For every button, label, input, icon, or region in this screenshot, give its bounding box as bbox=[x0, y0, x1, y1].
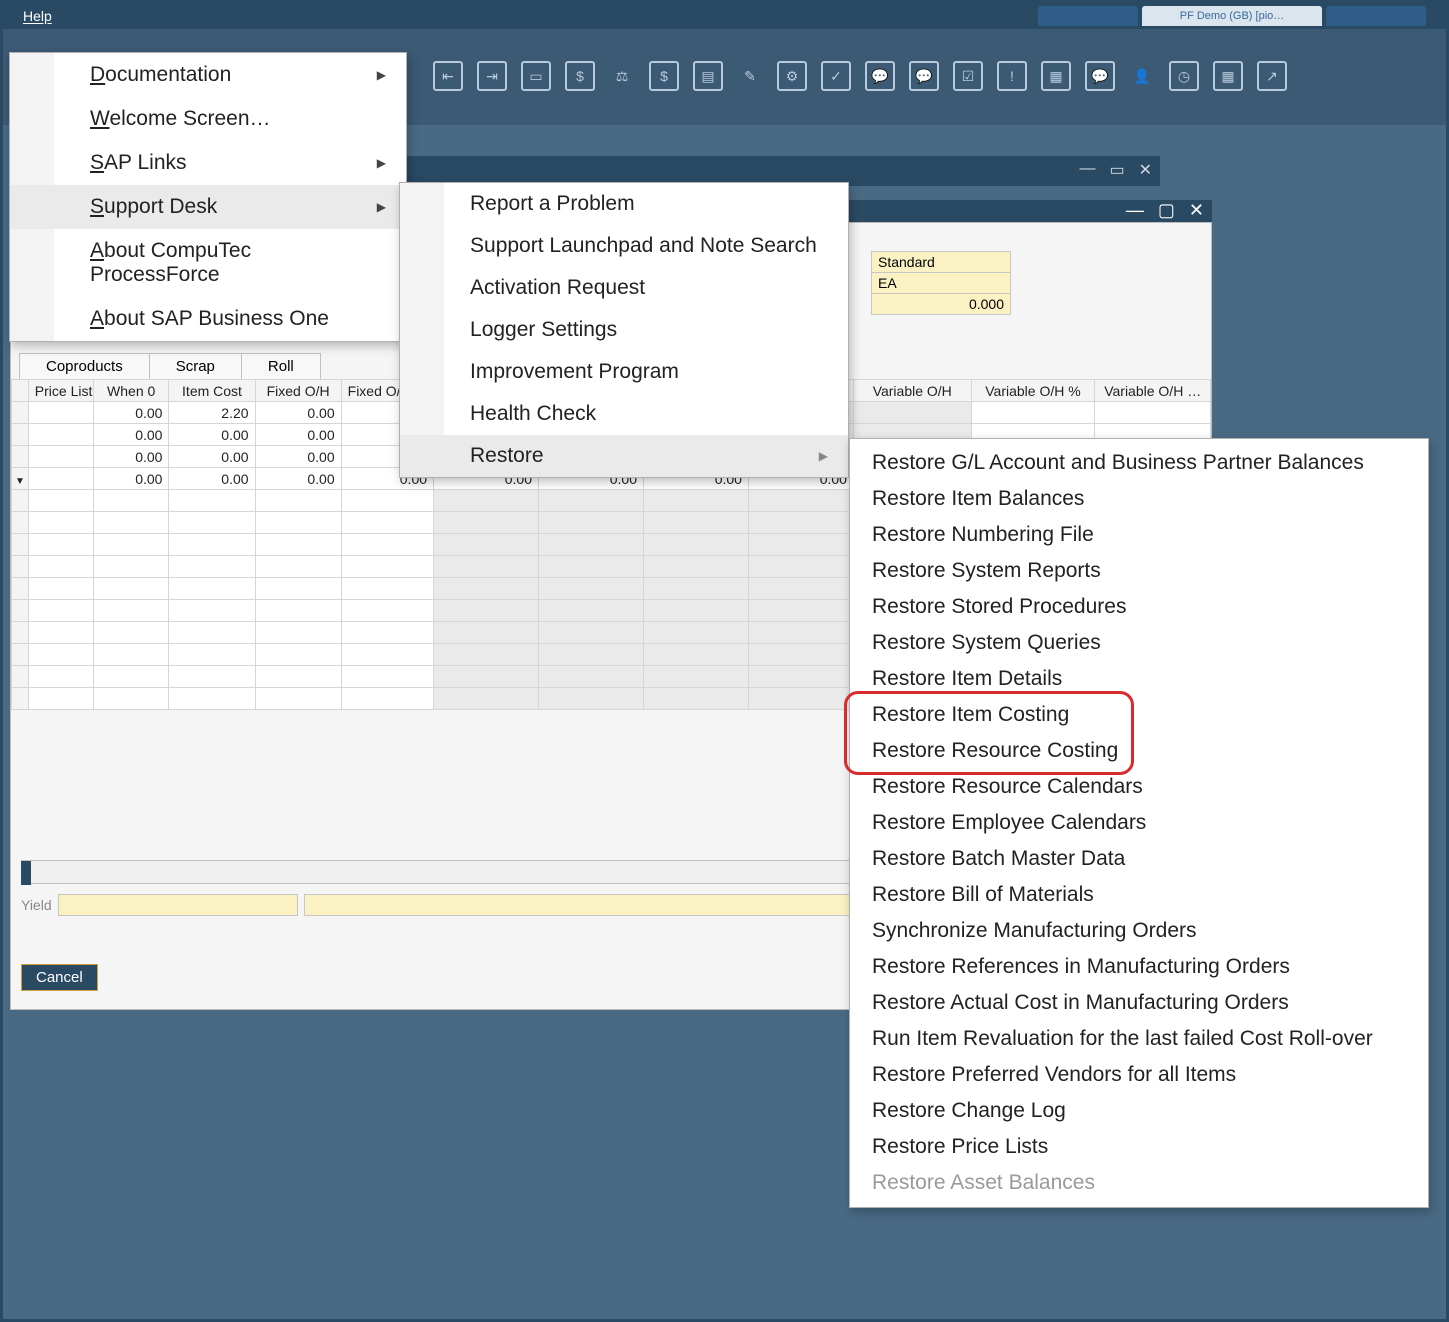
col-varoh2: Variable O/H … bbox=[1095, 380, 1211, 402]
col-varohpct: Variable O/H % bbox=[971, 380, 1095, 402]
help-menu-item[interactable]: Documentation▶ bbox=[10, 53, 406, 97]
support-submenu-item[interactable]: Improvement Program bbox=[400, 351, 848, 393]
maximize-icon[interactable]: ▭ bbox=[1109, 160, 1124, 180]
support-submenu-item[interactable]: Activation Request bbox=[400, 267, 848, 309]
tool-icon-dollar[interactable]: $ bbox=[649, 61, 679, 91]
restore-submenu-item[interactable]: Restore Item Balances bbox=[850, 481, 1428, 517]
yield-field[interactable] bbox=[58, 894, 298, 916]
scale-icon[interactable]: ⚖ bbox=[609, 61, 635, 91]
person-icon[interactable]: 👤 bbox=[1129, 61, 1155, 91]
close-icon[interactable]: ✕ bbox=[1139, 160, 1152, 180]
tool-icon-2[interactable]: ⇥ bbox=[477, 61, 507, 91]
chat3-icon[interactable]: 💬 bbox=[1085, 61, 1115, 91]
support-submenu-item[interactable]: Support Launchpad and Note Search bbox=[400, 225, 848, 267]
restore-submenu-item[interactable]: Restore Employee Calendars bbox=[850, 805, 1428, 841]
support-submenu-item[interactable]: Restore▶ bbox=[400, 435, 848, 477]
help-menu-item[interactable]: SAP Links▶ bbox=[10, 141, 406, 185]
window-tabs: PF Demo (GB) [pio… bbox=[1038, 6, 1426, 26]
restore-submenu-item[interactable]: Restore Price Lists bbox=[850, 1129, 1428, 1165]
help-menu-item[interactable]: About CompuTec ProcessForce bbox=[10, 229, 406, 297]
export-icon[interactable]: ↗ bbox=[1257, 61, 1287, 91]
restore-submenu-item[interactable]: Restore G/L Account and Business Partner… bbox=[850, 445, 1428, 481]
tab-blank[interactable] bbox=[1038, 6, 1138, 26]
help-menu-item[interactable]: Support Desk▶ bbox=[10, 185, 406, 229]
restore-submenu-item[interactable]: Restore Actual Cost in Manufacturing Ord… bbox=[850, 985, 1428, 1021]
cancel-button[interactable]: Cancel bbox=[21, 964, 98, 991]
restore-submenu-item[interactable]: Synchronize Manufacturing Orders bbox=[850, 913, 1428, 949]
restore-submenu-item[interactable]: Restore Numbering File bbox=[850, 517, 1428, 553]
tool-icon-currency[interactable]: $ bbox=[565, 61, 595, 91]
help-menu-item[interactable]: Welcome Screen… bbox=[10, 97, 406, 141]
restore-submenu-item[interactable]: Restore Resource Calendars bbox=[850, 769, 1428, 805]
check-list-icon[interactable]: ☑ bbox=[953, 61, 983, 91]
help-menu-item[interactable]: About SAP Business One bbox=[10, 297, 406, 341]
support-submenu-item[interactable]: Report a Problem bbox=[400, 183, 848, 225]
minimize-icon[interactable]: — bbox=[1079, 160, 1095, 180]
restore-submenu-item[interactable]: Restore System Reports bbox=[850, 553, 1428, 589]
restore-submenu-item[interactable]: Restore Batch Master Data bbox=[850, 841, 1428, 877]
restore-submenu-item[interactable]: Restore References in Manufacturing Orde… bbox=[850, 949, 1428, 985]
clock-icon[interactable]: ◷ bbox=[1169, 61, 1199, 91]
calc-icon[interactable]: ▦ bbox=[1041, 61, 1071, 91]
close-icon[interactable]: ✕ bbox=[1189, 200, 1204, 221]
alert-doc-icon[interactable]: ! bbox=[997, 61, 1027, 91]
tab-coproducts[interactable]: Coproducts bbox=[19, 353, 150, 379]
tab-extra[interactable] bbox=[1326, 6, 1426, 26]
tool-icon-chart[interactable]: ▤ bbox=[693, 61, 723, 91]
field-qty: 0.000 bbox=[871, 293, 1011, 315]
col-varoh: Variable O/H bbox=[853, 380, 971, 402]
help-menu[interactable]: Documentation▶Welcome Screen…SAP Links▶S… bbox=[9, 52, 407, 342]
yield-label: Yield bbox=[21, 897, 52, 913]
col-pricelist: Price List bbox=[28, 380, 93, 402]
tab-pf-demo[interactable]: PF Demo (GB) [pio… bbox=[1142, 6, 1322, 26]
restore-submenu[interactable]: Restore G/L Account and Business Partner… bbox=[849, 438, 1429, 1208]
col-itemcost: Item Cost bbox=[169, 380, 255, 402]
restore-submenu-item[interactable]: Restore Item Details bbox=[850, 661, 1428, 697]
support-submenu-item[interactable]: Logger Settings bbox=[400, 309, 848, 351]
chat2-icon[interactable]: 💬 bbox=[909, 61, 939, 91]
tool-icon-1[interactable]: ⇤ bbox=[433, 61, 463, 91]
restore-submenu-item[interactable]: Restore System Queries bbox=[850, 625, 1428, 661]
toolbar-icons: ⇤ ⇥ ▭ $ ⚖ $ ▤ ✎ ⚙ ✓ 💬 💬 ☑ ! ▦ 💬 👤 ◷ ▦ ↗ bbox=[433, 61, 1287, 91]
support-desk-submenu[interactable]: Report a ProblemSupport Launchpad and No… bbox=[399, 182, 849, 478]
restore-submenu-item[interactable]: Restore Item Costing bbox=[850, 697, 1428, 733]
restore-submenu-item[interactable]: Restore Preferred Vendors for all Items bbox=[850, 1057, 1428, 1093]
check-doc-icon[interactable]: ✓ bbox=[821, 61, 851, 91]
restore-submenu-item[interactable]: Restore Resource Costing bbox=[850, 733, 1428, 769]
chat-icon[interactable]: 💬 bbox=[865, 61, 895, 91]
restore-submenu-item[interactable]: Restore Stored Procedures bbox=[850, 589, 1428, 625]
restore-submenu-item[interactable]: Run Item Revaluation for the last failed… bbox=[850, 1021, 1428, 1057]
title-bar: Help PF Demo (GB) [pio… bbox=[3, 3, 1446, 29]
tab-scrap[interactable]: Scrap bbox=[149, 353, 242, 379]
field-standard: Standard bbox=[871, 251, 1011, 273]
grid-icon[interactable]: ▦ bbox=[1213, 61, 1243, 91]
gear-doc-icon[interactable]: ⚙ bbox=[777, 61, 807, 91]
field-ea: EA bbox=[871, 272, 1011, 294]
col-fixedoh: Fixed O/H bbox=[255, 380, 341, 402]
restore-submenu-item[interactable]: Restore Change Log bbox=[850, 1093, 1428, 1129]
maximize-icon[interactable]: ▢ bbox=[1158, 200, 1175, 221]
restore-submenu-item: Restore Asset Balances bbox=[850, 1165, 1428, 1201]
info-fields: Standard EA 0.000 bbox=[871, 251, 1011, 314]
restore-submenu-item[interactable]: Restore Bill of Materials bbox=[850, 877, 1428, 913]
pencil-icon[interactable]: ✎ bbox=[737, 61, 763, 91]
col-when0: When 0 bbox=[93, 380, 169, 402]
help-menu-label[interactable]: Help bbox=[23, 8, 52, 24]
tool-icon-3[interactable]: ▭ bbox=[521, 61, 551, 91]
minimize-icon[interactable]: — bbox=[1126, 200, 1144, 221]
tab-roll[interactable]: Roll bbox=[241, 353, 321, 379]
support-submenu-item[interactable]: Health Check bbox=[400, 393, 848, 435]
